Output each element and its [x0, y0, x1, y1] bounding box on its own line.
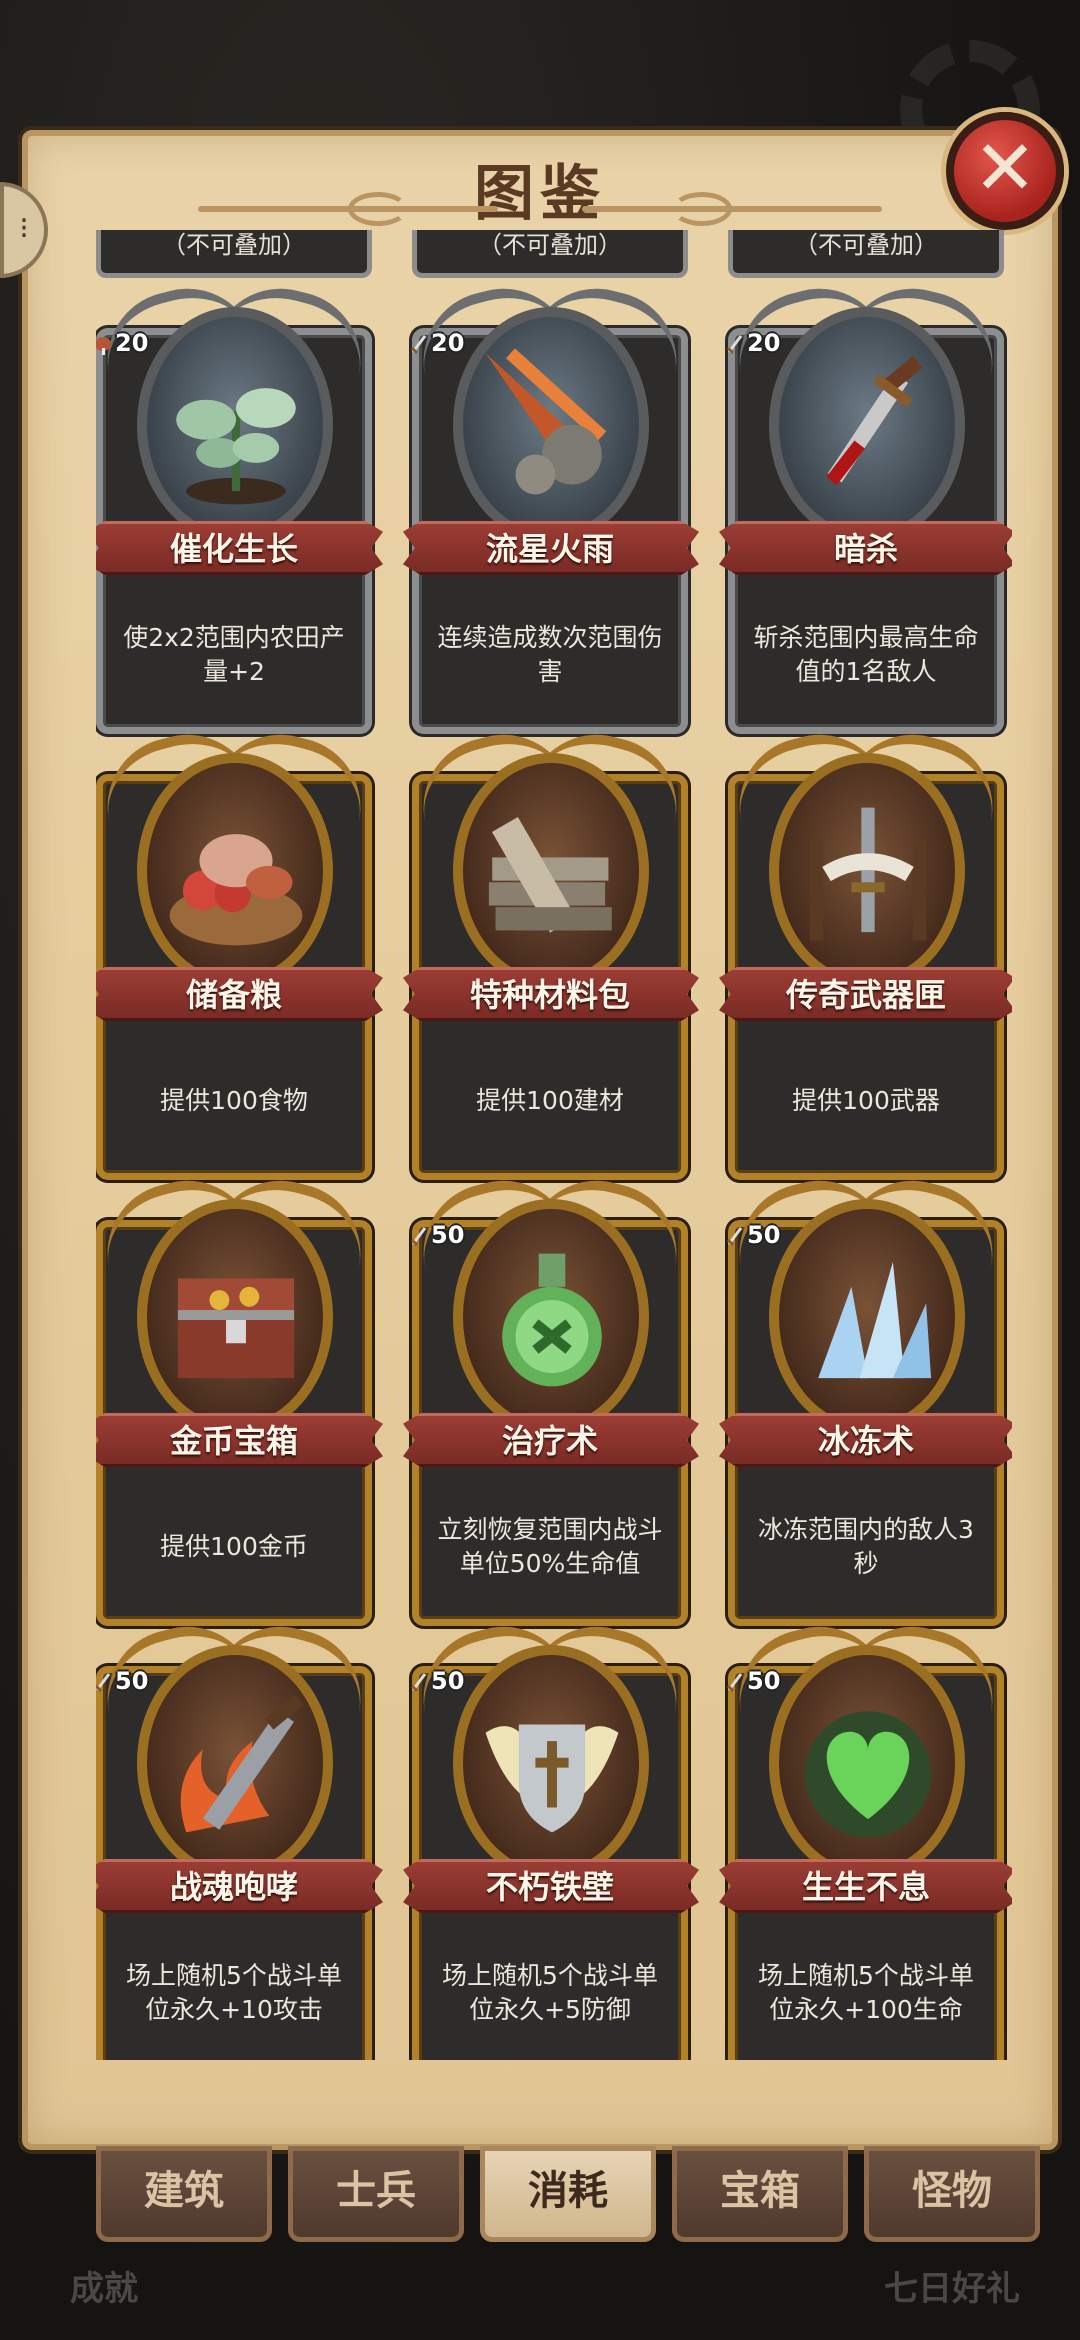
card-desc: 连续造成数次范围伤害	[437, 623, 663, 686]
weapon-rack-icon	[785, 791, 951, 961]
card-desc: 场上随机5个战斗单位永久+10攻击	[126, 1961, 342, 2024]
card-desc: 斩杀范围内最高生命值的1名敌人	[753, 623, 979, 686]
card-desc: 场上随机5个战斗单位永久+5防御	[442, 1961, 658, 2024]
sword-icon	[409, 1667, 431, 1695]
card-name: 特种材料包	[469, 976, 630, 1014]
tab-soldiers[interactable]: 士兵	[288, 2146, 464, 2242]
potion-icon	[469, 1237, 635, 1407]
close-button[interactable]: ✕	[946, 112, 1064, 230]
cost-badge: 50	[725, 1221, 789, 1261]
cost-value: 50	[747, 1221, 781, 1249]
dagger-icon	[785, 345, 951, 515]
cost-badge: 50	[725, 1667, 789, 1707]
card-name: 暗杀	[833, 530, 898, 568]
card-name: 传奇武器匣	[785, 976, 946, 1014]
meteor-icon	[469, 345, 635, 515]
sword-icon	[725, 1667, 747, 1695]
cost-value: 50	[431, 1667, 465, 1695]
cost-value: 50	[747, 1667, 781, 1695]
codex-card[interactable]: 50 战魂咆哮 场上随机5个战斗单位永久+10攻击	[96, 1611, 383, 2060]
achievements-link[interactable]: 成就	[70, 2261, 138, 2310]
codex-card[interactable]: 50 冰冻术 冰冻范围内的敌人3秒	[719, 1165, 1012, 1626]
card-name: 催化生长	[169, 530, 298, 568]
seven-day-gift-link[interactable]: 七日好礼	[884, 2261, 1020, 2310]
title-ornament-right	[582, 206, 882, 212]
title-ornament-curl-left	[348, 192, 408, 226]
tab-buildings[interactable]: 建筑	[96, 2146, 272, 2242]
cost-badge: 50	[96, 1667, 157, 1707]
card-name: 储备粮	[185, 976, 282, 1014]
card-desc: 提供100建材	[476, 1086, 624, 1115]
cost-value: 50	[431, 1221, 465, 1249]
tab-consumables[interactable]: 消耗	[480, 2146, 656, 2242]
ice-crystal-icon	[785, 1237, 951, 1407]
codex-card[interactable]: 50 治疗术 立刻恢复范围内战斗单位50%生命值	[403, 1165, 699, 1626]
cost-badge: 50	[409, 1667, 473, 1707]
card-name: 生生不息	[801, 1868, 930, 1906]
cost-value: 20	[747, 329, 781, 357]
codex-card[interactable]: 金币宝箱 提供100金币	[96, 1165, 383, 1626]
card-desc: 提供100食物	[160, 1086, 308, 1115]
codex-card[interactable]: 储备粮 提供100食物	[96, 719, 383, 1180]
card-list[interactable]: （不可叠加） （不可叠加） （不可叠加） 20 催化生长 使2x2范围内农田产量…	[96, 230, 1012, 2060]
card-desc: 立刻恢复范围内战斗单位50%生命值	[437, 1515, 663, 1578]
card-partial[interactable]: （不可叠加）	[728, 230, 1004, 278]
winged-shield-icon	[469, 1683, 635, 1853]
codex-card[interactable]: 20 流星火雨 连续造成数次范围伤害	[403, 273, 699, 734]
panel-header: 图鉴	[28, 154, 1052, 234]
card-name: 金币宝箱	[169, 1422, 298, 1460]
card-name: 战魂咆哮	[169, 1868, 298, 1906]
cost-badge: 20	[725, 329, 789, 369]
card-name: 冰冻术	[817, 1422, 914, 1460]
card-desc: 提供100武器	[792, 1086, 940, 1115]
flaming-sword-icon	[153, 1683, 319, 1853]
sword-icon	[725, 329, 747, 357]
card-desc: （不可叠加）	[162, 231, 306, 259]
card-partial[interactable]: （不可叠加）	[412, 230, 688, 278]
treasure-chest-icon	[153, 1237, 319, 1407]
codex-card[interactable]: 20 催化生长 使2x2范围内农田产量+2	[96, 273, 383, 734]
card-desc: （不可叠加）	[794, 231, 938, 259]
cost-value: 50	[115, 1667, 149, 1695]
codex-card[interactable]: 50 生生不息 场上随机5个战斗单位永久+100生命	[719, 1611, 1012, 2060]
card-name: 治疗术	[501, 1422, 598, 1460]
card-name: 流星火雨	[485, 530, 614, 568]
card-desc: 使2x2范围内农田产量+2	[123, 623, 345, 686]
card-desc: （不可叠加）	[478, 231, 622, 259]
tab-monsters[interactable]: 怪物	[864, 2146, 1040, 2242]
sword-icon	[409, 1221, 431, 1249]
card-desc: 冰冻范围内的敌人3秒	[758, 1515, 974, 1578]
card-partial[interactable]: （不可叠加）	[96, 230, 372, 278]
codex-card[interactable]: 20 暗杀 斩杀范围内最高生命值的1名敌人	[719, 273, 1012, 734]
cost-badge: 20	[96, 329, 157, 369]
codex-card[interactable]: 特种材料包 提供100建材	[403, 719, 699, 1180]
cost-badge: 50	[409, 1221, 473, 1261]
cost-value: 20	[115, 329, 149, 357]
panel-title: 图鉴	[474, 159, 606, 229]
sword-icon	[409, 329, 431, 357]
meat-icon	[96, 329, 115, 357]
close-icon: ✕	[973, 123, 1037, 212]
tab-chests[interactable]: 宝箱	[672, 2146, 848, 2242]
category-tabs: 建筑 士兵 消耗 宝箱 怪物	[96, 2146, 1044, 2242]
codex-card[interactable]: 传奇武器匣 提供100武器	[719, 719, 1012, 1180]
sword-icon	[96, 1667, 115, 1695]
card-desc: 场上随机5个战斗单位永久+100生命	[758, 1961, 974, 2024]
card-desc: 提供100金币	[160, 1532, 308, 1561]
sprout-icon	[153, 345, 319, 515]
cost-badge: 20	[409, 329, 473, 369]
sword-icon	[725, 1221, 747, 1249]
green-heart-icon	[785, 1683, 951, 1853]
food-basket-icon	[153, 791, 319, 961]
card-name: 不朽铁壁	[485, 1868, 614, 1906]
codex-card[interactable]: 50 不朽铁壁 场上随机5个战斗单位永久+5防御	[403, 1611, 699, 2060]
cost-value: 20	[431, 329, 465, 357]
planks-icon	[469, 791, 635, 961]
